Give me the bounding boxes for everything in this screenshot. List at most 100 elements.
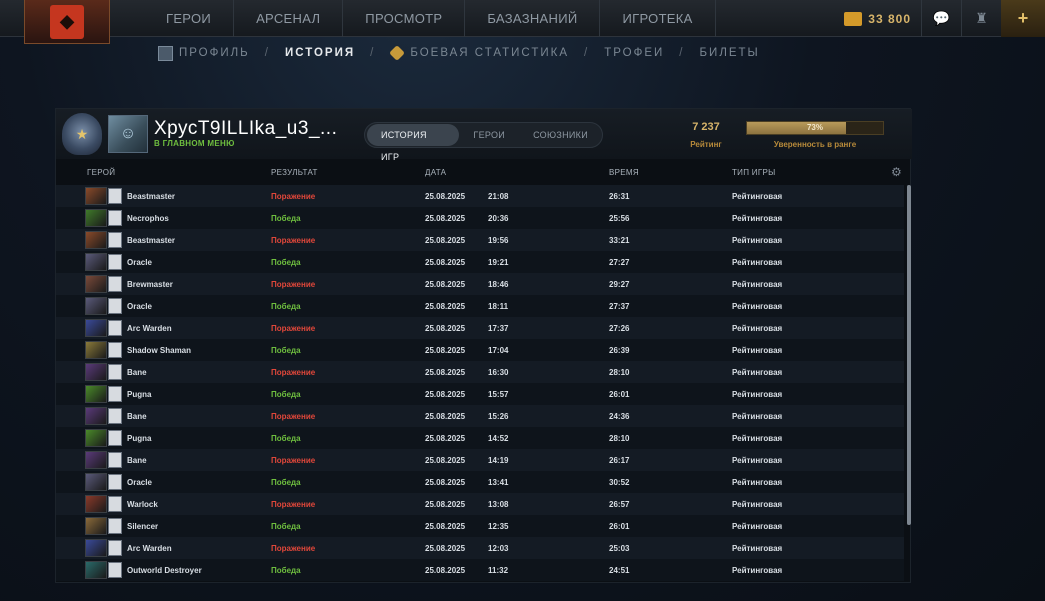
subnav-profile[interactable]: ПРОФИЛЬ <box>179 47 250 59</box>
match-date: 25.08.2025 <box>425 280 466 289</box>
nav-item-arsenal[interactable]: АРСЕНАЛ <box>234 0 344 37</box>
column-result[interactable]: РЕЗУЛЬТАТ <box>271 168 318 177</box>
role-icon <box>108 408 122 424</box>
dota-plus-icon[interactable]: + <box>1001 0 1045 37</box>
player-header: ★ ☺ ХрусТ9ILLIka_u3_... В ГЛАВНОМ МЕНЮ И… <box>56 109 912 162</box>
match-type: Рейтинговая <box>732 500 783 509</box>
nav-item-watch[interactable]: ПРОСМОТР <box>343 0 466 37</box>
scrollbar-thumb[interactable] <box>907 185 911 525</box>
role-icon <box>108 298 122 314</box>
match-time: 15:57 <box>488 390 509 399</box>
table-row[interactable]: Beastmaster Поражение 25.08.2025 21:08 26:31… <box>56 185 904 207</box>
table-row[interactable]: Bane Поражение 25.08.2025 15:26 24:36 Рейтинг… <box>56 405 904 427</box>
table-row[interactable]: Oracle Победа 25.08.2025 13:41 30:52 Рейтинго… <box>56 471 904 493</box>
nav-item-knowledge-base[interactable]: БАЗАЗНАНИЙ <box>465 0 601 37</box>
match-time: 11:32 <box>488 566 509 575</box>
table-row[interactable]: Silencer Победа 25.08.2025 12:35 26:01 Рейтин… <box>56 515 904 537</box>
match-date: 25.08.2025 <box>425 302 466 311</box>
column-duration[interactable]: ВРЕМЯ <box>609 168 639 177</box>
match-time: 17:37 <box>488 324 509 333</box>
match-duration: 26:01 <box>609 522 630 531</box>
match-result: Победа <box>271 390 301 399</box>
match-time: 13:08 <box>488 500 509 509</box>
match-duration: 26:17 <box>609 456 630 465</box>
gear-icon[interactable]: ⚙ <box>891 166 903 178</box>
match-date: 25.08.2025 <box>425 478 466 487</box>
match-result: Победа <box>271 522 301 531</box>
avatar[interactable]: ☺ <box>108 115 148 153</box>
match-time: 14:52 <box>488 434 509 443</box>
match-result: Поражение <box>271 192 316 201</box>
match-duration: 26:01 <box>609 390 630 399</box>
role-icon <box>108 320 122 336</box>
table-row[interactable]: Bane Поражение 25.08.2025 16:30 28:10 Рейтинг… <box>56 361 904 383</box>
match-result: Победа <box>271 214 301 223</box>
nav-item-heroes[interactable]: ГЕРОИ <box>144 0 235 37</box>
match-duration: 26:39 <box>609 346 630 355</box>
match-type: Рейтинговая <box>732 456 783 465</box>
role-icon <box>108 276 122 292</box>
role-icon <box>108 386 122 402</box>
table-row[interactable]: Pugna Победа 25.08.2025 15:57 26:01 Рейтингов… <box>56 383 904 405</box>
match-date: 25.08.2025 <box>425 544 466 553</box>
rating-label: Рейтинг <box>690 140 722 149</box>
table-row[interactable]: Brewmaster Поражение 25.08.2025 18:46 29:27 Р… <box>56 273 904 295</box>
hero-name: Beastmaster <box>127 236 176 245</box>
hero-portrait <box>85 187 107 205</box>
history-tabs: ИСТОРИЯ ИГР ГЕРОИ СОЮЗНИКИ <box>364 122 603 162</box>
dota-logo-icon: ◆ <box>50 4 84 39</box>
match-result: Победа <box>271 302 301 311</box>
hero-portrait <box>85 319 107 337</box>
hero-name: Warlock <box>127 500 158 509</box>
table-row[interactable]: Necrophos Победа 25.08.2025 20:36 25:56 Рейти… <box>56 207 904 229</box>
table-header: ГЕРОЙ РЕЗУЛЬТАТ ДАТА ВРЕМЯ ТИП ИГРЫ ⚙ <box>56 163 912 183</box>
shards-balance[interactable]: 33 800 <box>868 12 911 26</box>
match-time: 21:08 <box>488 192 509 201</box>
table-row[interactable]: Shadow Shaman Победа 25.08.2025 17:04 26:39 Р… <box>56 339 904 361</box>
dota-logo-button[interactable]: ◆ <box>24 0 110 44</box>
role-icon <box>108 562 122 578</box>
table-row[interactable]: Warlock Поражение 25.08.2025 13:08 26:57 Рейт… <box>56 493 904 515</box>
player-name[interactable]: ХрусТ9ILLIka_u3_... <box>154 118 337 140</box>
match-date: 25.08.2025 <box>425 346 466 355</box>
match-duration: 27:26 <box>609 324 630 333</box>
hero-name: Brewmaster <box>127 280 173 289</box>
table-row[interactable]: Outworld Destroyer Победа 25.08.2025 11:32 2… <box>56 559 904 581</box>
nav-item-library[interactable]: ИГРОТЕКА <box>600 0 716 37</box>
subnav-battle-stats[interactable]: БОЕВАЯ СТАТИСТИКА <box>410 47 569 59</box>
tab-allies[interactable]: СОЮЗНИКИ <box>519 124 602 146</box>
column-hero[interactable]: ГЕРОЙ <box>87 168 115 177</box>
match-result: Победа <box>271 478 301 487</box>
column-game-type[interactable]: ТИП ИГРЫ <box>732 168 776 177</box>
table-row[interactable]: Oracle Победа 25.08.2025 19:21 27:27 Рейтинго… <box>56 251 904 273</box>
table-row[interactable]: Pugna Победа 25.08.2025 14:52 28:10 Рейтингов… <box>56 427 904 449</box>
match-time: 14:19 <box>488 456 509 465</box>
table-row[interactable]: Oracle Победа 25.08.2025 18:11 27:37 Рейтинго… <box>56 295 904 317</box>
table-row[interactable]: Arc Warden Поражение 25.08.2025 12:03 25:03 Р… <box>56 537 904 559</box>
role-icon <box>108 342 122 358</box>
table-row[interactable]: Beastmaster Поражение 25.08.2025 19:56 33:21… <box>56 229 904 251</box>
match-type: Рейтинговая <box>732 368 783 377</box>
hero-portrait <box>85 253 107 271</box>
rank-medal-icon[interactable]: ★ <box>62 113 102 155</box>
subnav-history[interactable]: ИСТОРИЯ <box>285 47 355 59</box>
match-result: Поражение <box>271 456 316 465</box>
match-date: 25.08.2025 <box>425 500 466 509</box>
match-date: 25.08.2025 <box>425 456 466 465</box>
tab-heroes[interactable]: ГЕРОИ <box>459 124 519 146</box>
match-type: Рейтинговая <box>732 544 783 553</box>
match-duration: 26:31 <box>609 192 630 201</box>
table-row[interactable]: Bane Поражение 25.08.2025 14:19 26:17 Рейтинг… <box>56 449 904 471</box>
match-type: Рейтинговая <box>732 258 783 267</box>
hero-name: Oracle <box>127 302 152 311</box>
towers-icon[interactable]: ♜ <box>961 0 1001 37</box>
table-row[interactable]: Arc Warden Поражение 25.08.2025 17:37 27:26 Р… <box>56 317 904 339</box>
subnav-tickets[interactable]: БИЛЕТЫ <box>700 47 760 59</box>
tab-match-history[interactable]: ИСТОРИЯ ИГР <box>367 124 460 162</box>
chat-icon[interactable]: 💬 <box>921 0 961 37</box>
match-date: 25.08.2025 <box>425 236 466 245</box>
match-result: Поражение <box>271 236 316 245</box>
match-result: Поражение <box>271 544 316 553</box>
subnav-trophies[interactable]: ТРОФЕИ <box>604 47 664 59</box>
column-date[interactable]: ДАТА <box>425 168 446 177</box>
